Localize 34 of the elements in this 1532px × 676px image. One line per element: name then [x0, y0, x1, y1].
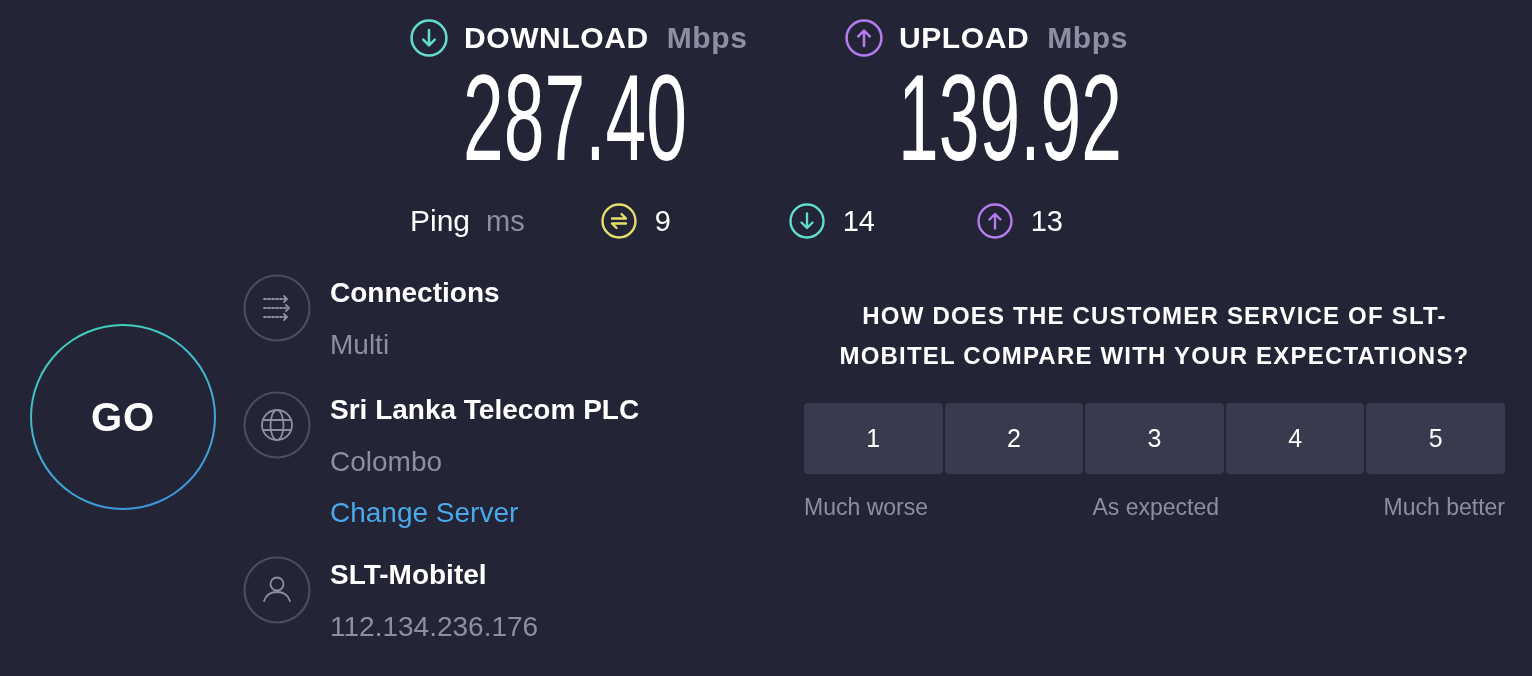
info-detail: 112.134.236.176	[330, 610, 539, 644]
scale-label: As expected	[1092, 494, 1220, 520]
info-title: Sri Lanka Telecom PLC	[330, 393, 640, 427]
rating-option[interactable]: 1	[804, 403, 943, 474]
arrow-up-icon	[845, 19, 883, 57]
speed-value: 287.40	[463, 57, 687, 179]
rating-option[interactable]: 2	[944, 403, 1084, 474]
arrow-up-icon	[976, 203, 1013, 239]
ping-value: 9	[654, 204, 671, 238]
info-detail: Colombo	[330, 445, 443, 479]
scale-label: Much worse	[804, 494, 928, 520]
rating-option[interactable]: 3	[1085, 403, 1224, 474]
ping-value: 13	[1030, 204, 1063, 238]
survey-question: HOW DOES THE CUSTOMER SERVICE OF SLT-MOBITEL COMPARE WITH YOUR EXPECTATIONS?	[838, 301, 1471, 371]
rating-option[interactable]: 5	[1366, 403, 1505, 474]
person-icon	[243, 556, 311, 624]
result-label: UPLOAD Mbps	[899, 21, 1128, 55]
rating-option[interactable]: 4	[1225, 403, 1365, 474]
info-title: Connections	[330, 276, 500, 310]
result-label: DOWNLOAD Mbps	[464, 21, 748, 55]
scale-label: Much better	[1383, 494, 1505, 520]
ping-label: Ping	[410, 204, 471, 238]
change-server-link[interactable]: Change Server	[330, 489, 519, 537]
arrows-left-right-icon	[600, 203, 637, 239]
dotted-arrows-icon	[243, 274, 311, 342]
go-button[interactable]: GO	[30, 324, 216, 510]
arrow-down-icon	[788, 203, 825, 239]
arrow-down-icon	[410, 19, 448, 57]
ping-value: 14	[842, 204, 875, 238]
speed-value: 139.92	[898, 57, 1122, 179]
info-detail: Multi	[330, 328, 390, 362]
ping-unit: ms	[486, 204, 525, 238]
globe-icon	[243, 391, 311, 459]
info-title: SLT-Mobitel	[330, 558, 487, 592]
